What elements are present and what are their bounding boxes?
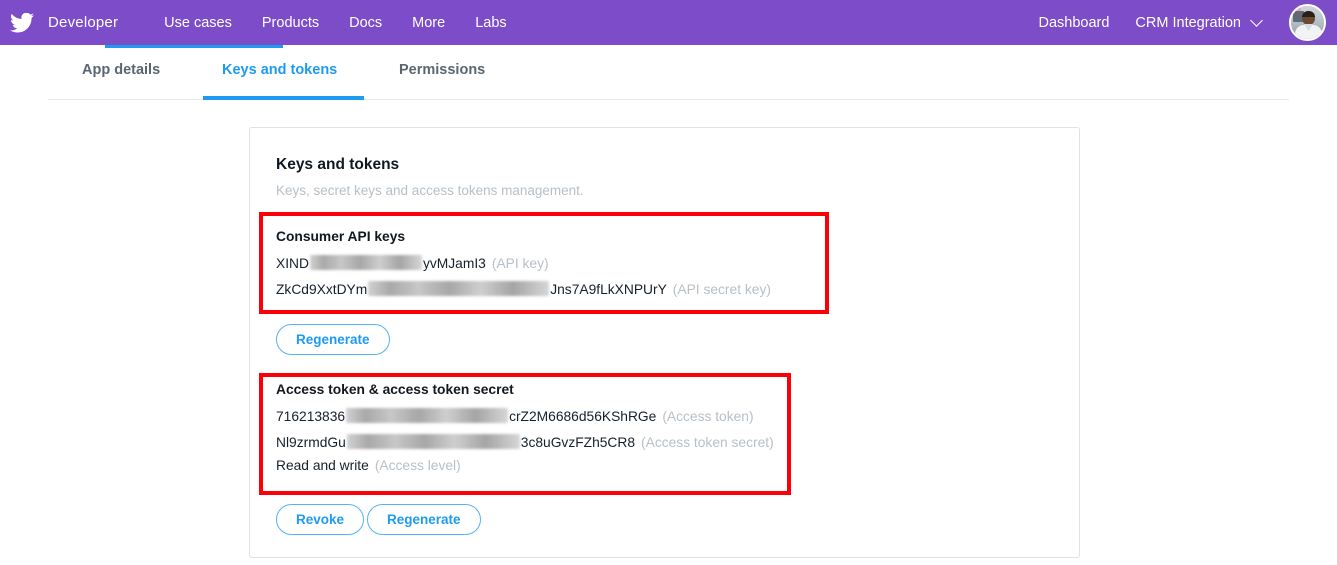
consumer-api-keys-heading: Consumer API keys <box>276 229 406 244</box>
tab-app-details[interactable]: App details <box>82 62 160 78</box>
revoke-access-token-button[interactable]: Revoke <box>276 504 365 535</box>
nav-link-more[interactable]: More <box>412 15 445 31</box>
api-secret-key-redaction <box>368 281 550 296</box>
regenerate-consumer-keys-button[interactable]: Regenerate <box>276 324 390 355</box>
nav-link-products[interactable]: Products <box>262 15 319 31</box>
twitter-bird-icon[interactable] <box>0 0 44 45</box>
access-token-secret-row: Nl9zrmdGu 3c8uGvzFZh5CR8 (Access token s… <box>276 432 774 450</box>
access-token-secret-redaction <box>346 434 520 449</box>
access-token-label: (Access token) <box>662 409 754 424</box>
api-secret-key-prefix: ZkCd9XxtDYm <box>276 282 368 297</box>
active-tab-indicator <box>203 96 364 100</box>
api-secret-key-row: ZkCd9XxtDYm Jns7A9fLkXNPUrY (API secret … <box>276 279 771 297</box>
access-token-secret-label: (Access token secret) <box>641 435 774 450</box>
account-menu[interactable]: CRM Integration <box>1135 15 1263 31</box>
access-token-secret-suffix: 3c8uGvzFZh5CR8 <box>520 435 636 450</box>
brand-name[interactable]: Developer <box>48 14 118 31</box>
regenerate-access-token-button[interactable]: Regenerate <box>367 504 481 535</box>
nav-link-labs[interactable]: Labs <box>475 15 506 31</box>
api-key-label: (API key) <box>491 256 549 271</box>
keys-and-tokens-card: Keys and tokens Keys, secret keys and ac… <box>249 127 1080 558</box>
api-secret-key-label: (API secret key) <box>672 282 771 297</box>
api-key-prefix: XIND <box>276 256 309 271</box>
access-token-row: 716213836 crZ2M6686d56KShRGe (Access tok… <box>276 406 774 424</box>
avatar[interactable] <box>1289 4 1326 41</box>
page-title: Keys and tokens <box>276 156 400 173</box>
page-subtitle: Keys, secret keys and access tokens mana… <box>276 183 584 198</box>
access-level-row: Read and write (Access level) <box>276 458 774 473</box>
top-navigation-bar: Developer Use cases Products Docs More L… <box>0 0 1337 45</box>
access-token-section: Access token & access token secret 71621… <box>276 382 774 473</box>
nav-link-dashboard[interactable]: Dashboard <box>1038 15 1109 31</box>
avatar-hair <box>1302 11 1315 17</box>
access-level-value: Read and write <box>276 458 369 473</box>
access-token-prefix: 716213836 <box>276 409 346 424</box>
nav-link-docs[interactable]: Docs <box>349 15 382 31</box>
access-token-heading: Access token & access token secret <box>276 382 514 397</box>
tab-keys-and-tokens[interactable]: Keys and tokens <box>222 62 337 78</box>
access-level-label: (Access level) <box>374 458 461 473</box>
api-key-row: XIND yvMJamI3 (API key) <box>276 253 771 271</box>
tab-permissions[interactable]: Permissions <box>399 62 485 78</box>
api-key-suffix: yvMJamI3 <box>422 256 486 271</box>
access-token-secret-prefix: Nl9zrmdGu <box>276 435 346 450</box>
nav-right-group: Dashboard CRM Integration <box>1038 4 1337 41</box>
account-menu-label: CRM Integration <box>1135 14 1241 31</box>
primary-nav-links: Use cases Products Docs More Labs <box>164 15 506 31</box>
tab-bar: App details Keys and tokens Permissions <box>0 48 1337 100</box>
api-secret-key-suffix: Jns7A9fLkXNPUrY <box>550 282 667 297</box>
api-key-redaction <box>309 255 422 270</box>
access-token-suffix: crZ2M6686d56KShRGe <box>509 409 657 424</box>
nav-link-use-cases[interactable]: Use cases <box>164 15 232 31</box>
chevron-down-icon <box>1252 15 1263 26</box>
consumer-api-keys-section: Consumer API keys XIND yvMJamI3 (API key… <box>276 229 771 297</box>
access-token-redaction <box>346 408 509 423</box>
